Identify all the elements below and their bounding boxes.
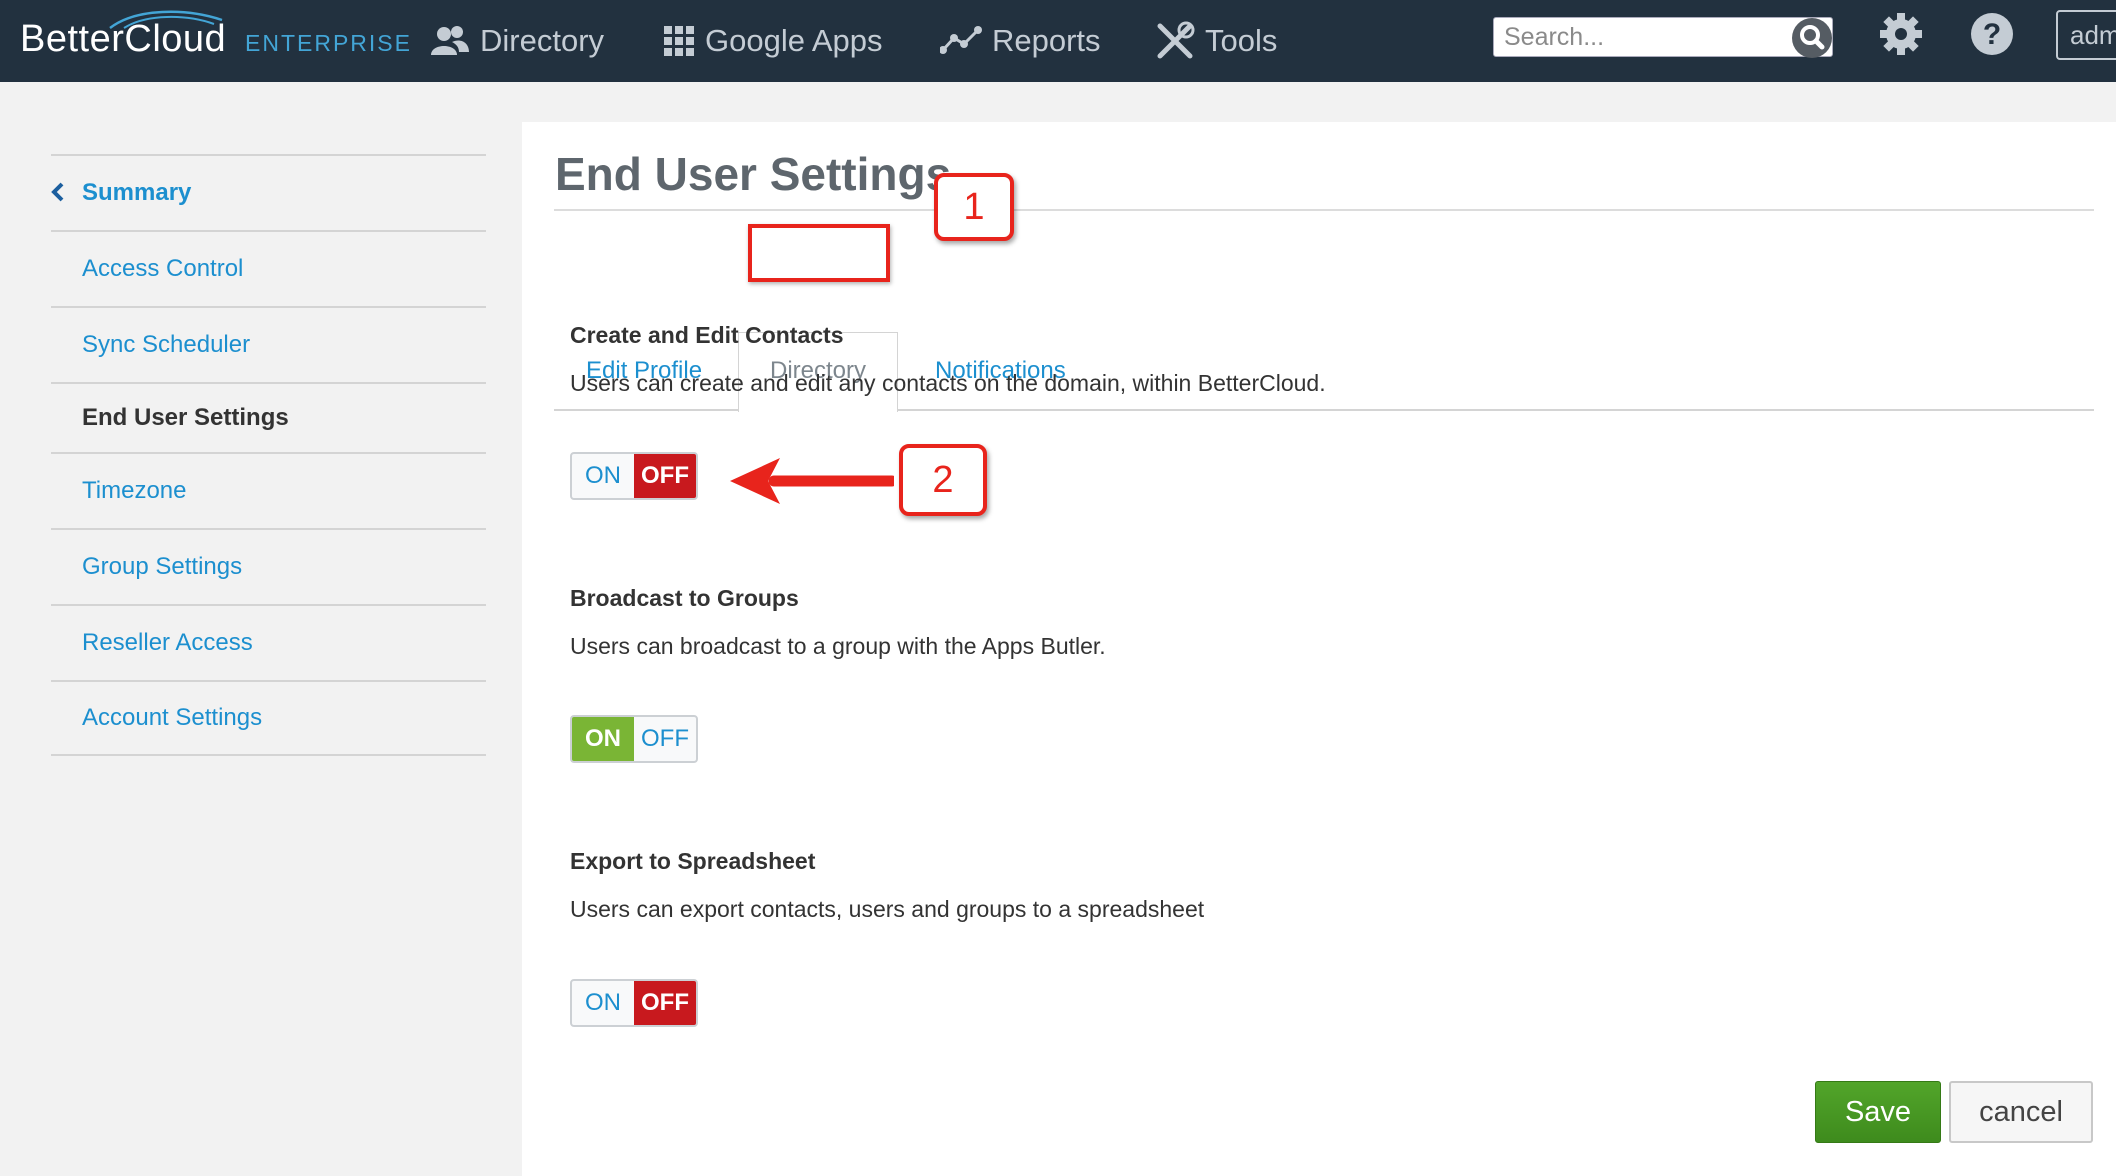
tabs-divider-gap [739,408,897,412]
nav-directory-label: Directory [480,23,605,58]
sidebar-item-timezone[interactable]: Timezone [51,452,486,528]
sidebar-item-label: Reseller Access [82,629,253,656]
toggle-broadcast-to-groups[interactable]: ON OFF [570,715,698,763]
sidebar-item-access-control[interactable]: Access Control [51,230,486,306]
search-input[interactable] [1494,18,1784,56]
search-box [1493,16,1834,60]
chart-line-icon [940,26,982,54]
sidebar-item-account-settings[interactable]: Account Settings [51,680,486,756]
section-title: Export to Spreadsheet [570,848,816,874]
sidebar-item-label: Account Settings [82,704,263,731]
sidebar-item-reseller-access[interactable]: Reseller Access [51,604,486,680]
nav-reports[interactable]: Reports [940,14,1101,68]
nav-tools-label: Tools [1205,23,1278,58]
logo-edition: ENTERPRISE [245,30,412,56]
chevron-left-icon [51,182,64,202]
sidebar-item-summary[interactable]: Summary [51,154,486,230]
sidebar-item-label: Summary [82,179,192,206]
nav-google-apps[interactable]: Google Apps [663,14,883,68]
section-description: Users can broadcast to a group with the … [570,633,1106,659]
cancel-button[interactable]: cancel [1949,1081,2093,1143]
toggle-on-option[interactable]: ON [572,981,634,1025]
gear-icon[interactable] [1878,11,1924,57]
svg-text:?: ? [1983,18,2001,51]
grid-icon [664,26,694,56]
nav-tools[interactable]: Tools [1155,14,1277,68]
nav-directory[interactable]: Directory [430,14,604,68]
help-icon[interactable]: ? [1969,11,2015,57]
tools-icon [1157,21,1195,59]
sidebar-item-sync-scheduler[interactable]: Sync Scheduler [51,306,486,382]
section-description: Users can export contacts, users and gro… [570,896,1205,922]
nav-reports-label: Reports [992,23,1101,58]
top-navbar: BetterCloud ENTERPRISE Directory Google … [0,0,2116,82]
step-callout-2: 2 [899,444,987,516]
page-title: End User Settings [555,148,952,200]
toggle-off-option[interactable]: OFF [634,717,696,761]
sidebar-item-label: Group Settings [82,553,243,580]
logo-wordmark: BetterCloud [20,18,227,60]
annotation-arrow-icon [730,458,894,504]
sidebar-item-group-settings[interactable]: Group Settings [51,528,486,604]
user-menu[interactable]: adm [2056,10,2116,60]
step-callout-1: 1 [934,173,1014,241]
sidebar-item-label: Sync Scheduler [82,331,251,358]
toggle-on-option[interactable]: ON [572,717,634,761]
section-title: Create and Edit Contacts [570,322,844,348]
sidebar-item-end-user-settings[interactable]: End User Settings [51,382,486,452]
settings-sidebar: Summary Access Control Sync Scheduler En… [51,154,486,756]
toggle-create-edit-contacts[interactable]: ON OFF [570,452,698,500]
save-button[interactable]: Save [1815,1081,1941,1143]
toggle-export-to-spreadsheet[interactable]: ON OFF [570,979,698,1027]
sidebar-item-label: Access Control [82,255,244,282]
toggle-on-option[interactable]: ON [572,454,634,498]
search-icon[interactable] [1790,16,1834,60]
section-description: Users can create and edit any contacts o… [570,370,1326,396]
users-icon [431,26,469,55]
title-divider [554,209,2094,211]
toggle-off-option[interactable]: OFF [634,981,696,1025]
section-title: Broadcast to Groups [570,585,799,611]
sidebar-item-label: Timezone [82,477,187,504]
tab-highlight-box [748,224,890,282]
sidebar-item-label: End User Settings [82,404,289,431]
nav-google-apps-label: Google Apps [705,23,883,58]
toggle-off-option[interactable]: OFF [634,454,696,498]
